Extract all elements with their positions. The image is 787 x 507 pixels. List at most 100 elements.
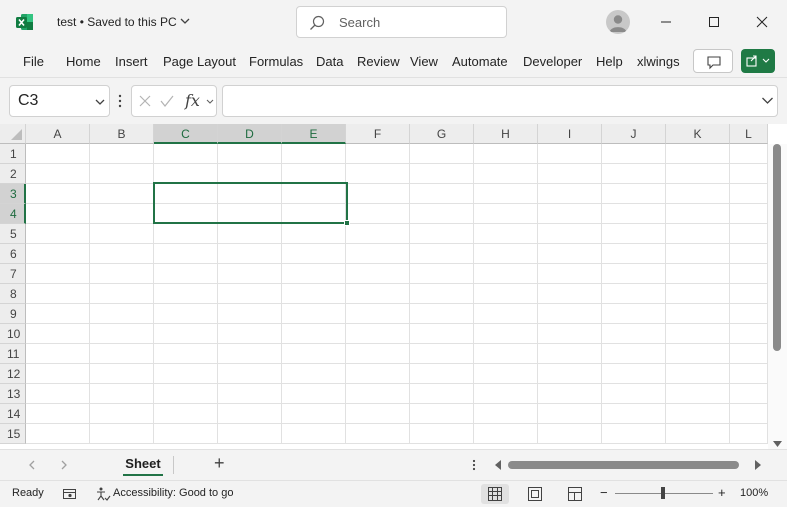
cell-F14[interactable] [346, 404, 410, 424]
cell-D13[interactable] [218, 384, 282, 404]
cell-H13[interactable] [474, 384, 538, 404]
cell-A8[interactable] [26, 284, 90, 304]
cell-F10[interactable] [346, 324, 410, 344]
cell-B10[interactable] [90, 324, 154, 344]
cell-L5[interactable] [730, 224, 768, 244]
cell-G12[interactable] [410, 364, 474, 384]
cell-C8[interactable] [154, 284, 218, 304]
cell-L3[interactable] [730, 184, 768, 204]
cell-J5[interactable] [602, 224, 666, 244]
accessibility-icon[interactable] [95, 486, 111, 502]
cell-A11[interactable] [26, 344, 90, 364]
cell-G10[interactable] [410, 324, 474, 344]
cell-B1[interactable] [90, 144, 154, 164]
cell-I13[interactable] [538, 384, 602, 404]
tab-formulas[interactable]: Formulas [249, 54, 303, 69]
cell-A5[interactable] [26, 224, 90, 244]
cell-A14[interactable] [26, 404, 90, 424]
cell-E5[interactable] [282, 224, 346, 244]
cell-F13[interactable] [346, 384, 410, 404]
cell-L8[interactable] [730, 284, 768, 304]
cell-K2[interactable] [666, 164, 730, 184]
tab-page-layout[interactable]: Page Layout [163, 54, 236, 69]
cell-E6[interactable] [282, 244, 346, 264]
column-header[interactable]: L [730, 124, 768, 144]
row-header[interactable]: 1 [0, 144, 26, 164]
cell-J6[interactable] [602, 244, 666, 264]
cell-F4[interactable] [346, 204, 410, 224]
cell-L13[interactable] [730, 384, 768, 404]
cell-A3[interactable] [26, 184, 90, 204]
row-header[interactable]: 6 [0, 244, 26, 264]
row-header[interactable]: 9 [0, 304, 26, 324]
cell-G4[interactable] [410, 204, 474, 224]
column-header[interactable]: H [474, 124, 538, 144]
account-avatar[interactable] [606, 10, 630, 34]
fill-handle[interactable] [344, 220, 350, 226]
cell-C12[interactable] [154, 364, 218, 384]
cell-J8[interactable] [602, 284, 666, 304]
accessibility-status[interactable]: Accessibility: Good to go [113, 487, 233, 499]
tab-view[interactable]: View [410, 54, 438, 69]
cell-A15[interactable] [26, 424, 90, 444]
cell-C10[interactable] [154, 324, 218, 344]
cancel-icon[interactable] [132, 86, 218, 118]
row-header[interactable]: 14 [0, 404, 26, 424]
cell-J3[interactable] [602, 184, 666, 204]
cell-F8[interactable] [346, 284, 410, 304]
row-header[interactable]: 7 [0, 264, 26, 284]
cell-K12[interactable] [666, 364, 730, 384]
cell-H8[interactable] [474, 284, 538, 304]
cell-J11[interactable] [602, 344, 666, 364]
cell-E2[interactable] [282, 164, 346, 184]
search-input[interactable]: Search [296, 6, 507, 38]
cell-H12[interactable] [474, 364, 538, 384]
cell-H14[interactable] [474, 404, 538, 424]
cell-H3[interactable] [474, 184, 538, 204]
worksheet-grid[interactable]: A B C D E F G H I J K L 1 2 3 4 5 6 7 8 9 10 11 12 13 14 15 [0, 124, 787, 449]
cell-K3[interactable] [666, 184, 730, 204]
cell-K1[interactable] [666, 144, 730, 164]
cell-J15[interactable] [602, 424, 666, 444]
more-options-icon[interactable] [470, 457, 478, 473]
vertical-scrollbar-thumb[interactable] [773, 144, 781, 351]
cell-B14[interactable] [90, 404, 154, 424]
cell-B8[interactable] [90, 284, 154, 304]
tab-insert[interactable]: Insert [115, 54, 148, 69]
cell-I5[interactable] [538, 224, 602, 244]
cell-I8[interactable] [538, 284, 602, 304]
row-header[interactable]: 12 [0, 364, 26, 384]
cell-I15[interactable] [538, 424, 602, 444]
row-header[interactable]: 5 [0, 224, 26, 244]
cell-H2[interactable] [474, 164, 538, 184]
insert-function-icon[interactable]: fx [185, 91, 200, 110]
cell-J4[interactable] [602, 204, 666, 224]
cell-K15[interactable] [666, 424, 730, 444]
cell-D2[interactable] [218, 164, 282, 184]
column-header[interactable]: I [538, 124, 602, 144]
cell-H6[interactable] [474, 244, 538, 264]
cell-F6[interactable] [346, 244, 410, 264]
vertical-scrollbar[interactable] [768, 144, 787, 449]
column-header[interactable]: B [90, 124, 154, 144]
cell-C7[interactable] [154, 264, 218, 284]
expand-formula-bar-icon[interactable] [761, 94, 774, 107]
cell-A9[interactable] [26, 304, 90, 324]
cell-F12[interactable] [346, 364, 410, 384]
minimize-button[interactable] [646, 6, 686, 38]
cell-B5[interactable] [90, 224, 154, 244]
cell-B12[interactable] [90, 364, 154, 384]
cell-F9[interactable] [346, 304, 410, 324]
cell-L12[interactable] [730, 364, 768, 384]
tab-data[interactable]: Data [316, 54, 343, 69]
cell-B4[interactable] [90, 204, 154, 224]
cell-J1[interactable] [602, 144, 666, 164]
zoom-slider-thumb[interactable] [661, 487, 665, 499]
normal-view-button[interactable] [481, 484, 509, 504]
cell-J14[interactable] [602, 404, 666, 424]
cell-D8[interactable] [218, 284, 282, 304]
cell-C5[interactable] [154, 224, 218, 244]
cell-H9[interactable] [474, 304, 538, 324]
cell-B3[interactable] [90, 184, 154, 204]
cell-I2[interactable] [538, 164, 602, 184]
